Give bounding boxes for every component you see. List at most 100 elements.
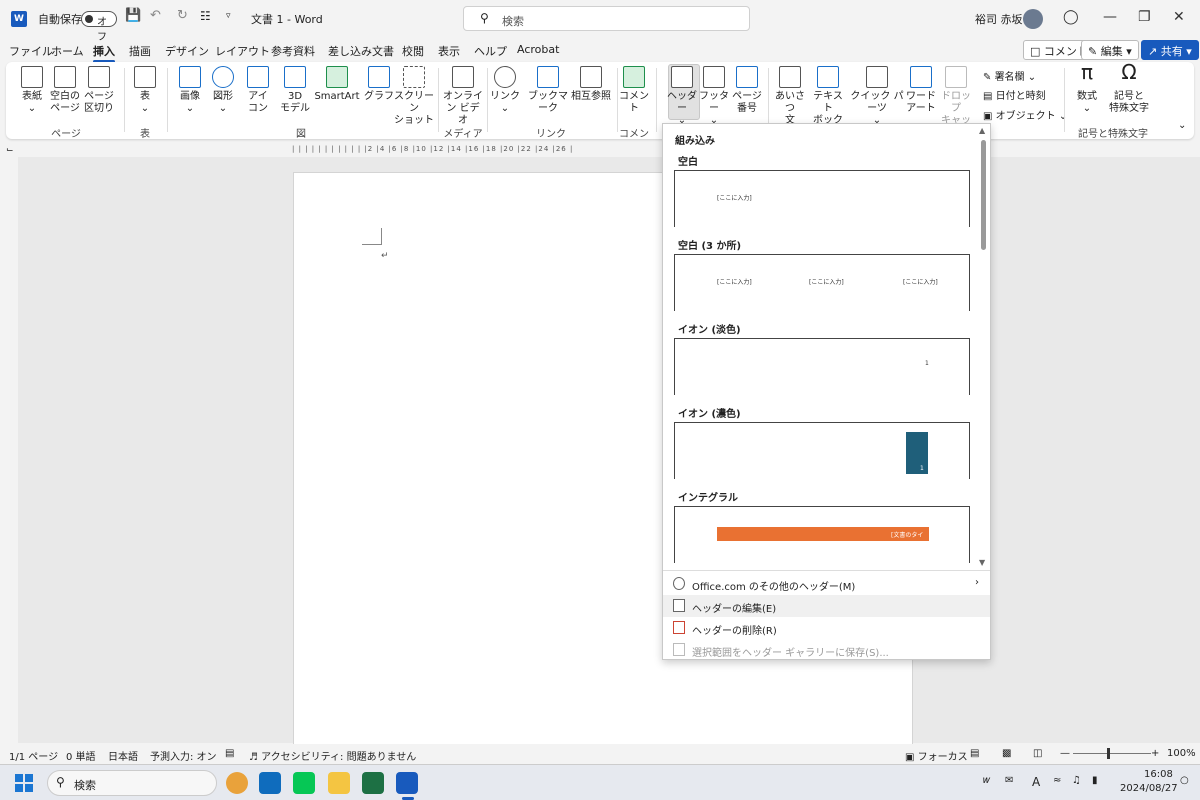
edit-button[interactable]: ✎ 編集 ▾ bbox=[1081, 40, 1139, 60]
page-break-button[interactable]: ページ 区切り bbox=[84, 66, 114, 115]
zoom-in-icon[interactable]: + bbox=[1151, 748, 1159, 759]
symbol-button[interactable]: Ω 記号と 特殊文字 bbox=[1106, 62, 1152, 115]
smartart-button[interactable]: SmartArt bbox=[312, 66, 362, 103]
bookmark-button[interactable]: ブックマーク bbox=[524, 66, 572, 115]
print-layout-icon[interactable]: ▩ bbox=[1002, 748, 1011, 759]
remove-header-item[interactable]: ヘッダーの削除(R) bbox=[663, 617, 990, 639]
tab-draw[interactable]: 描画 bbox=[129, 43, 151, 59]
greeting-button[interactable]: あいさつ文 bbox=[772, 66, 808, 127]
notification-icon[interactable]: ○ bbox=[1180, 775, 1189, 786]
lightbulb-icon[interactable]: ◯ bbox=[1063, 9, 1079, 25]
outlook-tray-icon[interactable]: ✉ bbox=[1005, 775, 1013, 786]
tab-file[interactable]: ファイル bbox=[9, 43, 53, 59]
explorer-icon[interactable] bbox=[328, 772, 350, 794]
tab-layout[interactable]: レイアウト bbox=[215, 43, 270, 59]
tab-stop-icon[interactable]: ⌙ bbox=[6, 145, 14, 155]
gallery-item-ion-dark[interactable]: 1 bbox=[674, 422, 970, 479]
ime-icon[interactable]: A bbox=[1032, 775, 1040, 789]
customize-icon[interactable]: ☷ bbox=[200, 9, 211, 23]
zoom-thumb[interactable] bbox=[1107, 748, 1110, 759]
windows-start-icon[interactable] bbox=[15, 774, 33, 792]
equation-button[interactable]: π 数式 ⌄ bbox=[1072, 62, 1102, 115]
search-box[interactable]: ⚲ 検索 bbox=[463, 6, 750, 31]
gallery-item-integral[interactable]: [文書のタイトル] bbox=[674, 506, 970, 563]
vertical-ruler[interactable] bbox=[2, 172, 16, 742]
page-count[interactable]: 1/1 ページ bbox=[9, 748, 58, 763]
more-headers-item[interactable]: Office.com のその他のヘッダー(M) › bbox=[663, 573, 990, 595]
clock-date[interactable]: 2024/08/27 bbox=[1120, 783, 1178, 794]
web-layout-icon[interactable]: ◫ bbox=[1033, 748, 1042, 759]
shape-button[interactable]: 図形 ⌄ bbox=[209, 66, 237, 115]
save-icon[interactable]: 💾 bbox=[125, 8, 141, 23]
screenshot-button[interactable]: スクリーン ショット bbox=[394, 66, 434, 127]
wordart-button[interactable]: ワード アート bbox=[904, 66, 938, 115]
save-selection-item[interactable]: 選択範囲をヘッダー ギャラリーに保存(S)... bbox=[663, 639, 990, 661]
zoom-out-icon[interactable]: — bbox=[1060, 748, 1070, 759]
zoom-slider[interactable] bbox=[1073, 748, 1151, 759]
volume-icon[interactable]: ♫ bbox=[1072, 775, 1081, 786]
avatar[interactable] bbox=[1023, 9, 1043, 29]
scroll-thumb[interactable] bbox=[981, 140, 986, 250]
tab-design[interactable]: デザイン bbox=[165, 43, 209, 59]
scroll-up-icon[interactable]: ▲ bbox=[979, 126, 985, 135]
signature-line-button[interactable]: ✎ 署名欄 ⌄ bbox=[983, 68, 1036, 83]
undo-icon[interactable]: ↶ bbox=[150, 8, 161, 23]
page-number-button[interactable]: ページ 番号 bbox=[732, 66, 762, 115]
collapse-ribbon-icon[interactable]: ⌄ bbox=[1178, 120, 1186, 131]
tab-view[interactable]: 表示 bbox=[438, 43, 460, 59]
close-icon[interactable]: ✕ bbox=[1173, 9, 1185, 25]
insert-comment-button[interactable]: コメント bbox=[619, 66, 649, 115]
tab-mailings[interactable]: 差し込み文書 bbox=[328, 43, 394, 59]
line-icon[interactable] bbox=[293, 772, 315, 794]
blank-page-button[interactable]: 空白の ページ bbox=[50, 66, 80, 115]
battery-icon[interactable]: ▮ bbox=[1092, 775, 1098, 786]
3d-model-button[interactable]: 3D モデル bbox=[278, 66, 312, 115]
online-video-button[interactable]: オンライン ビデオ bbox=[442, 66, 484, 127]
zoom-level[interactable]: 100% bbox=[1167, 748, 1196, 759]
user-name[interactable]: 裕司 赤坂 bbox=[975, 11, 1023, 27]
chrome-icon[interactable] bbox=[226, 772, 248, 794]
text-prediction[interactable]: 予測入力: オン bbox=[150, 748, 217, 763]
chart-button[interactable]: グラフ bbox=[364, 66, 394, 103]
taskbar-search[interactable]: ⚲ 検索 bbox=[47, 770, 217, 796]
autosave-toggle[interactable]: オフ bbox=[81, 11, 117, 43]
word-count[interactable]: 0 単語 bbox=[66, 748, 96, 763]
header-button[interactable]: ヘッダー ⌄ bbox=[665, 66, 699, 127]
date-time-button[interactable]: ▤ 日付と時刻 bbox=[983, 87, 1046, 102]
clock-time[interactable]: 16:08 bbox=[1144, 769, 1173, 780]
focus-button[interactable]: ▣ フォーカス bbox=[905, 748, 968, 763]
restore-icon[interactable]: ❐ bbox=[1138, 9, 1151, 25]
language[interactable]: 日本語 bbox=[108, 748, 138, 763]
cover-page-button[interactable]: 表紙 ⌄ bbox=[18, 66, 46, 115]
macro-icon[interactable]: ▤ bbox=[225, 748, 234, 759]
tab-home[interactable]: ホーム bbox=[51, 43, 84, 59]
qat-more-icon[interactable]: ▿ bbox=[226, 11, 231, 21]
outlook-icon[interactable] bbox=[259, 772, 281, 794]
object-button[interactable]: ▣ オブジェクト ⌄ bbox=[983, 107, 1067, 122]
cross-reference-button[interactable]: 相互参照 bbox=[571, 66, 611, 103]
table-button[interactable]: 表 ⌄ bbox=[131, 66, 159, 115]
edit-header-item[interactable]: ヘッダーの編集(E) bbox=[663, 595, 990, 617]
quick-parts-button[interactable]: クイック パーツ ⌄ bbox=[848, 66, 906, 127]
tab-acrobat[interactable]: Acrobat bbox=[517, 43, 559, 56]
tab-references[interactable]: 参考資料 bbox=[271, 43, 315, 59]
excel-icon[interactable] bbox=[362, 772, 384, 794]
network-icon[interactable]: ≈ bbox=[1053, 775, 1061, 786]
gallery-item-blank-3[interactable]: [ここに入力] [ここに入力] [ここに入力] bbox=[674, 254, 970, 311]
scroll-down-icon[interactable]: ▼ bbox=[979, 558, 985, 567]
gallery-item-ion-light[interactable]: 1 bbox=[674, 338, 970, 395]
link-button[interactable]: リンク ⌄ bbox=[490, 66, 520, 115]
redo-icon[interactable]: ↻ bbox=[177, 8, 188, 23]
tray-app-icon[interactable]: 𝑤 bbox=[983, 775, 990, 786]
footer-button[interactable]: フッター ⌄ bbox=[699, 66, 729, 127]
tab-help[interactable]: ヘルプ bbox=[474, 43, 507, 59]
icons-button[interactable]: アイ コン bbox=[244, 66, 272, 115]
image-button[interactable]: 画像 ⌄ bbox=[176, 66, 204, 115]
share-button[interactable]: ↗ 共有 ▾ bbox=[1141, 40, 1199, 60]
gallery-item-blank[interactable]: [ここに入力] bbox=[674, 170, 970, 227]
word-icon[interactable] bbox=[396, 772, 418, 794]
accessibility-status[interactable]: ♬ アクセシビリティ: 問題ありません bbox=[249, 748, 416, 763]
tab-review[interactable]: 校閲 bbox=[402, 43, 424, 59]
minimize-icon[interactable]: — bbox=[1103, 9, 1117, 25]
read-mode-icon[interactable]: ▤ bbox=[970, 748, 979, 759]
